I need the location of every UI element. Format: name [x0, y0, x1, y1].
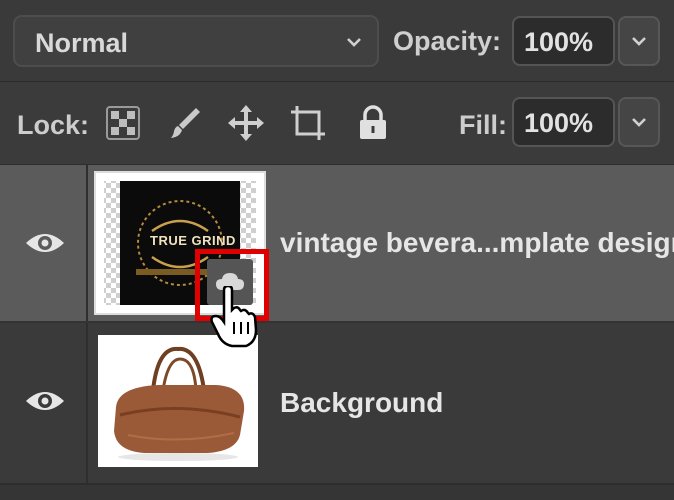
thumbnail-logo-text: TRUE GRIND	[150, 233, 236, 248]
layer-name: Background	[280, 387, 444, 418]
eye-icon	[26, 234, 64, 252]
leather-bag-image	[98, 335, 258, 467]
fill-value: 100%	[524, 108, 594, 138]
opacity-slider-button[interactable]	[618, 16, 660, 66]
lock-fill-bar: Lock: Fill: 100%	[0, 81, 674, 166]
opacity-value: 100%	[524, 27, 594, 57]
layers-panel-footer	[0, 485, 674, 500]
lock-label: Lock:	[17, 110, 90, 140]
lock-all-icon[interactable]	[354, 104, 392, 142]
layer-thumbnail[interactable]	[98, 335, 258, 467]
lock-transparent-pixels-icon[interactable]	[104, 104, 142, 142]
chevron-down-icon	[347, 38, 361, 47]
blend-mode-value: Normal	[35, 28, 129, 58]
blend-mode-dropdown[interactable]: Normal	[13, 15, 379, 67]
opacity-input[interactable]: 100%	[512, 16, 615, 66]
chevron-down-icon	[632, 37, 646, 46]
visibility-toggle[interactable]	[0, 323, 88, 483]
layer-row-background[interactable]: Background	[0, 323, 674, 485]
chevron-down-icon	[632, 118, 646, 127]
hand-cursor-icon	[210, 286, 258, 348]
lock-image-pixels-icon[interactable]	[166, 104, 204, 142]
lock-position-icon[interactable]	[227, 104, 265, 142]
lock-artboard-icon[interactable]	[289, 104, 327, 142]
visibility-toggle[interactable]	[0, 165, 88, 321]
layer-row-smart-object[interactable]: TRUE GRIND vintage bevera...mplate desig…	[0, 165, 674, 323]
fill-input[interactable]: 100%	[512, 97, 615, 147]
layer-name: vintage bevera...mplate design	[280, 227, 674, 258]
fill-slider-button[interactable]	[618, 97, 660, 147]
eye-icon	[26, 392, 64, 410]
opacity-label: Opacity:	[393, 26, 502, 56]
fill-label: Fill:	[459, 110, 507, 140]
